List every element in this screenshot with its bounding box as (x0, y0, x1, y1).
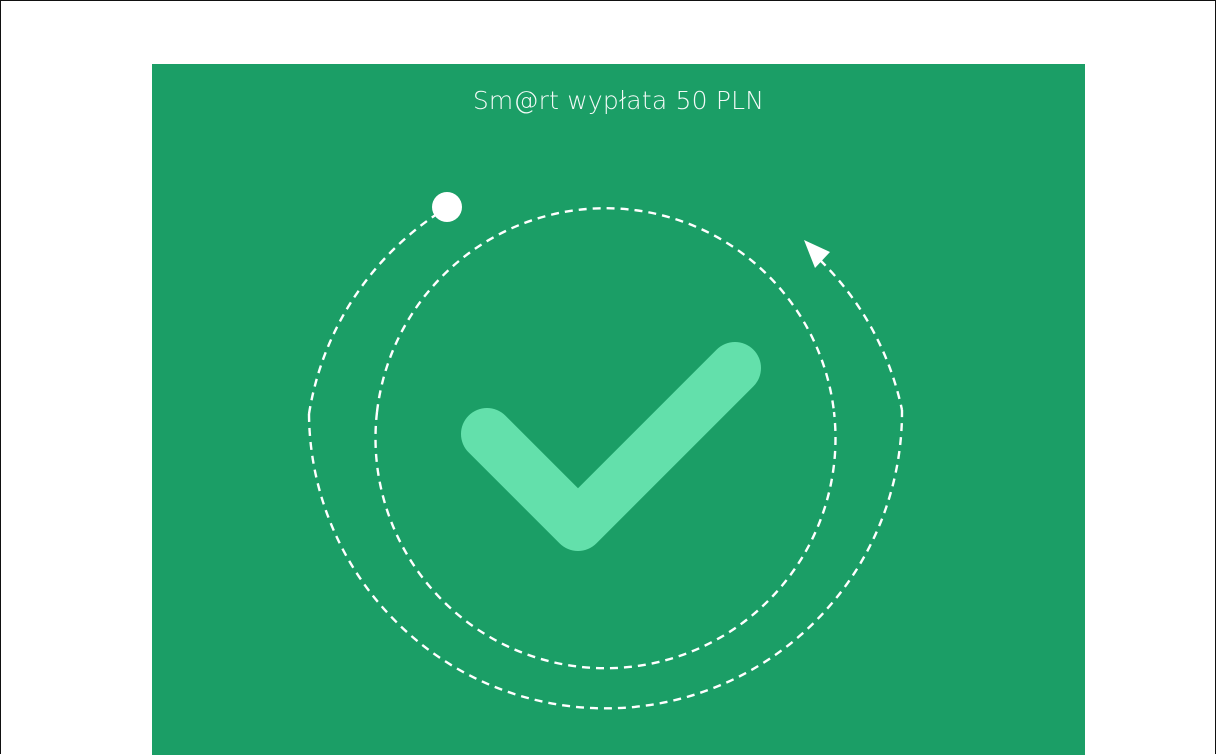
inner-dashed-ring (374, 411, 837, 670)
orbit-arrow-icon (804, 240, 830, 268)
success-checkmark-icon (461, 342, 761, 551)
outer-dashed-arc-left (307, 213, 438, 415)
screen-frame: Sm@rt wypłata 50 PLN (0, 0, 1216, 755)
success-animation-graphic (307, 192, 904, 710)
orbit-dot-icon (432, 192, 462, 222)
outer-dashed-arc-bottom (307, 409, 904, 710)
inner-dashed-arc-top (375, 207, 836, 413)
outer-dashed-arc-right (819, 259, 904, 411)
success-panel: Sm@rt wypłata 50 PLN (152, 64, 1085, 755)
